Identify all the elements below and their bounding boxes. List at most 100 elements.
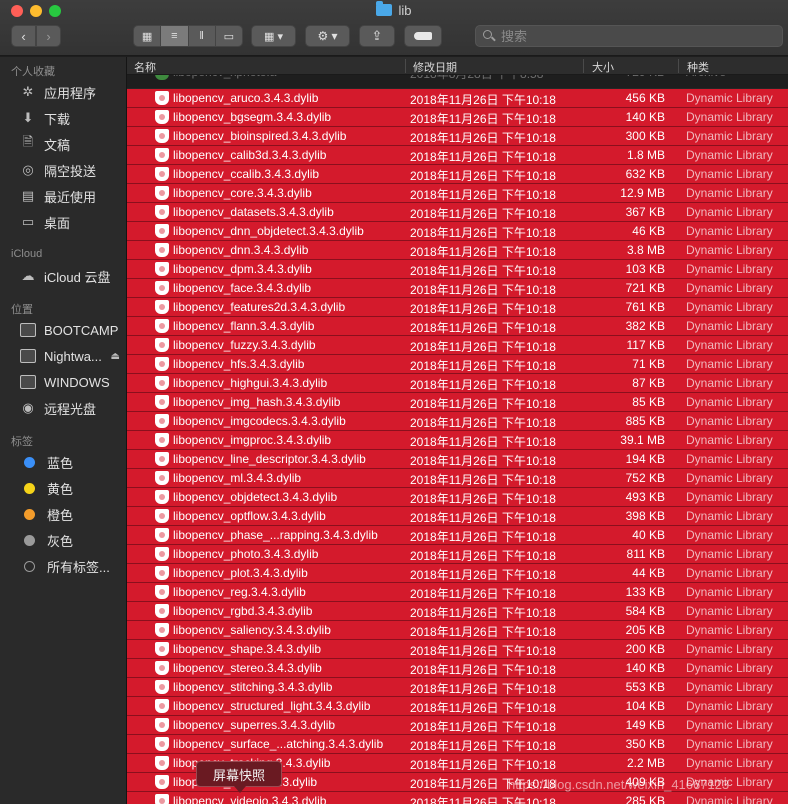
table-row[interactable]: libopencv_hfs.3.4.3.dylib 2018年11月26日 下午1… [127,355,788,374]
sidebar-item-airdrop[interactable]: ◎ 隔空投送 [0,158,126,182]
file-size: 71 KB [632,357,665,371]
table-row[interactable]: libopencv_fuzzy.3.4.3.dylib 2018年11月26日 下… [127,336,788,355]
file-date: 2018年11月26日 下午10:18 [410,416,556,430]
sidebar-item-bootcamp[interactable]: BOOTCAMP [0,318,126,342]
library-file-icon [155,528,169,542]
column-view-button[interactable]: ‖ [189,26,216,46]
file-date: 2018年11月26日 下午10:18 [410,549,556,563]
table-row[interactable]: libopencv_face.3.4.3.dylib 2018年11月26日 下午… [127,279,788,298]
file-date: 2018年11月26日 下午10:18 [410,378,556,392]
table-row[interactable]: libopencv_saliency.3.4.3.dylib 2018年11月26… [127,621,788,640]
forward-button[interactable]: › [36,25,61,47]
file-size: 3.8 MB [626,243,665,257]
tag-button[interactable] [404,25,442,47]
sidebar-item-recents[interactable]: ▤ 最近使用 [0,184,126,208]
table-row[interactable]: libopencv_rgbd.3.4.3.dylib 2018年11月26日 下午… [127,602,788,621]
table-row[interactable]: libopencv_ccalib.3.4.3.dylib 2018年11月26日 … [127,165,788,184]
table-row[interactable]: libopencv_optflow.3.4.3.dylib 2018年11月26日… [127,507,788,526]
tag-dot-icon [24,482,35,494]
table-row[interactable]: libopencv_plot.3.4.3.dylib 2018年11月26日 下午… [127,564,788,583]
file-size: 44 KB [632,566,665,580]
column-date-header[interactable]: 修改日期 [413,59,457,75]
file-date: 2018年11月26日 下午10:18 [410,321,556,335]
table-row[interactable]: libopencv_dnn.3.4.3.dylib 2018年11月26日 下午1… [127,241,788,260]
table-row[interactable]: libopencv_line_descriptor.3.4.3.dylib 201… [127,450,788,469]
column-divider[interactable] [405,59,406,73]
table-row[interactable]: libopencv_imgproc.3.4.3.dylib 2018年11月26日… [127,431,788,450]
library-file-icon [155,452,169,466]
action-menu-button[interactable]: ⚙ ▾ [305,25,350,47]
share-button[interactable]: ⇪ [359,25,395,47]
table-row[interactable]: libopencv_bgsegm.3.4.3.dylib 2018年11月26日 … [127,108,788,127]
favorites-section-title: 个人收藏 [11,66,55,78]
sidebar-item-icloud-drive[interactable]: ☁ iCloud 云盘 [0,264,126,288]
sidebar-item-all-tags[interactable]: 所有标签... [0,554,126,578]
sidebar-item-desktop[interactable]: ▭ 桌面 [0,210,126,234]
table-row[interactable]: libopencv_videoio.3.4.3.dylib 2018年11月26日… [127,792,788,804]
table-row[interactable]: libopencv_ml.3.4.3.dylib 2018年11月26日 下午10… [127,469,788,488]
table-row[interactable]: libopencv_img_hash.3.4.3.dylib 2018年11月26… [127,393,788,412]
table-row[interactable]: libopencv_aruco.3.4.3.dylib 2018年11月26日 下… [127,89,788,108]
file-date: 2018年11月26日 下午10:18 [410,207,556,221]
table-row[interactable]: libopencv_dnn_objdetect.3.4.3.dylib 2018年… [127,222,788,241]
table-row[interactable]: libopencv_flann.3.4.3.dylib 2018年11月26日 下… [127,317,788,336]
table-row[interactable]: libopencv_dpm.3.4.3.dylib 2018年11月26日 下午1… [127,260,788,279]
table-row[interactable]: libopencv_phase_...rapping.3.4.3.dylib 20… [127,526,788,545]
back-button[interactable]: ‹ [11,25,36,47]
gallery-view-button[interactable]: ▭ [216,26,242,46]
sidebar-item-remote-disc[interactable]: ◉ 远程光盘 [0,396,126,420]
column-kind-header[interactable]: 种类 [687,59,709,75]
table-row[interactable]: libopencv_core.3.4.3.dylib 2018年11月26日 下午… [127,184,788,203]
file-name: libopencv_flann.3.4.3.dylib [173,319,315,333]
file-name: libopencv_bioinspired.3.4.3.dylib [173,129,347,143]
table-row[interactable]: libopencv_shape.3.4.3.dylib 2018年11月26日 下… [127,640,788,659]
column-size-header[interactable]: 大小 [592,59,614,75]
table-row[interactable]: libopencv_structured_light.3.4.3.dylib 20… [127,697,788,716]
table-row[interactable]: libopencv_highgui.3.4.3.dylib 2018年11月26日… [127,374,788,393]
sidebar-item-tag-blue[interactable]: 蓝色 [0,450,126,474]
sidebar-item-downloads[interactable]: ⬇ 下载 [0,106,126,130]
icon-view-button[interactable]: ▦ [134,26,162,46]
sidebar-item-windows[interactable]: WINDOWS [0,370,126,394]
table-row[interactable]: libopencv_photo.3.4.3.dylib 2018年11月26日 下… [127,545,788,564]
eject-icon[interactable]: ⏏ [111,351,120,362]
file-size: 104 KB [625,699,665,713]
table-row[interactable]: libopencv_superres.3.4.3.dylib 2018年11月26… [127,716,788,735]
table-row[interactable]: libopencv_stereo.3.4.3.dylib 2018年11月26日 … [127,659,788,678]
library-file-icon [155,148,169,162]
table-row[interactable]: libopencv_objdetect.3.4.3.dylib 2018年11月2… [127,488,788,507]
file-size: 39.1 MB [620,433,665,447]
file-name: libopencv_optflow.3.4.3.dylib [173,509,326,523]
sidebar-item-label: 最近使用 [44,189,97,205]
table-row[interactable]: libopencv_calib3d.3.4.3.dylib 2018年11月26日… [127,146,788,165]
file-date: 2018年11月26日 下午10:18 [410,701,556,715]
sidebar-item-applications[interactable]: ✲ 应用程序 [0,80,126,104]
file-date: 2018年11月26日 下午10:18 [410,302,556,316]
table-row[interactable]: libopencv_surface_...atching.3.4.3.dylib… [127,735,788,754]
view-mode-selector[interactable]: ▦ ≡ ‖ ▭ [133,25,243,47]
file-kind: Dynamic Library [686,566,773,580]
table-row[interactable]: libopencv_imgcodecs.3.4.3.dylib 2018年11月2… [127,412,788,431]
sidebar-item-label: 隔空投送 [44,163,97,179]
group-by-button[interactable]: ▦ ▾ [251,25,296,47]
table-row[interactable]: libopencv_features2d.3.4.3.dylib 2018年11月… [127,298,788,317]
file-name: libopencv_stitching.3.4.3.dylib [173,680,333,694]
search-input[interactable] [501,28,761,44]
column-divider[interactable] [678,59,679,73]
sidebar-item-tag-gray[interactable]: 灰色 [0,528,126,552]
file-name: libopencv_plot.3.4.3.dylib [173,566,308,580]
search-field[interactable] [475,25,783,47]
list-view-button[interactable]: ≡ [161,26,189,46]
table-row[interactable]: libopencv_datasets.3.4.3.dylib 2018年11月26… [127,203,788,222]
sidebar-item-documents[interactable]: 🗎 文稿 [0,132,126,156]
library-file-icon [155,642,169,656]
column-name-header[interactable]: 名称 [134,59,156,75]
column-divider[interactable] [583,59,584,73]
sidebar-item-tag-yellow[interactable]: 黄色 [0,476,126,500]
table-row[interactable]: libopencv_bioinspired.3.4.3.dylib 2018年11… [127,127,788,146]
table-row[interactable]: libopencv_stitching.3.4.3.dylib 2018年11月2… [127,678,788,697]
table-row[interactable]: libopencv_reg.3.4.3.dylib 2018年11月26日 下午1… [127,583,788,602]
sidebar-item-tag-orange[interactable]: 橙色 [0,502,126,526]
sidebar-item-nightwa[interactable]: Nightwa... ⏏ [0,344,126,368]
file-kind: Dynamic Library [686,186,773,200]
